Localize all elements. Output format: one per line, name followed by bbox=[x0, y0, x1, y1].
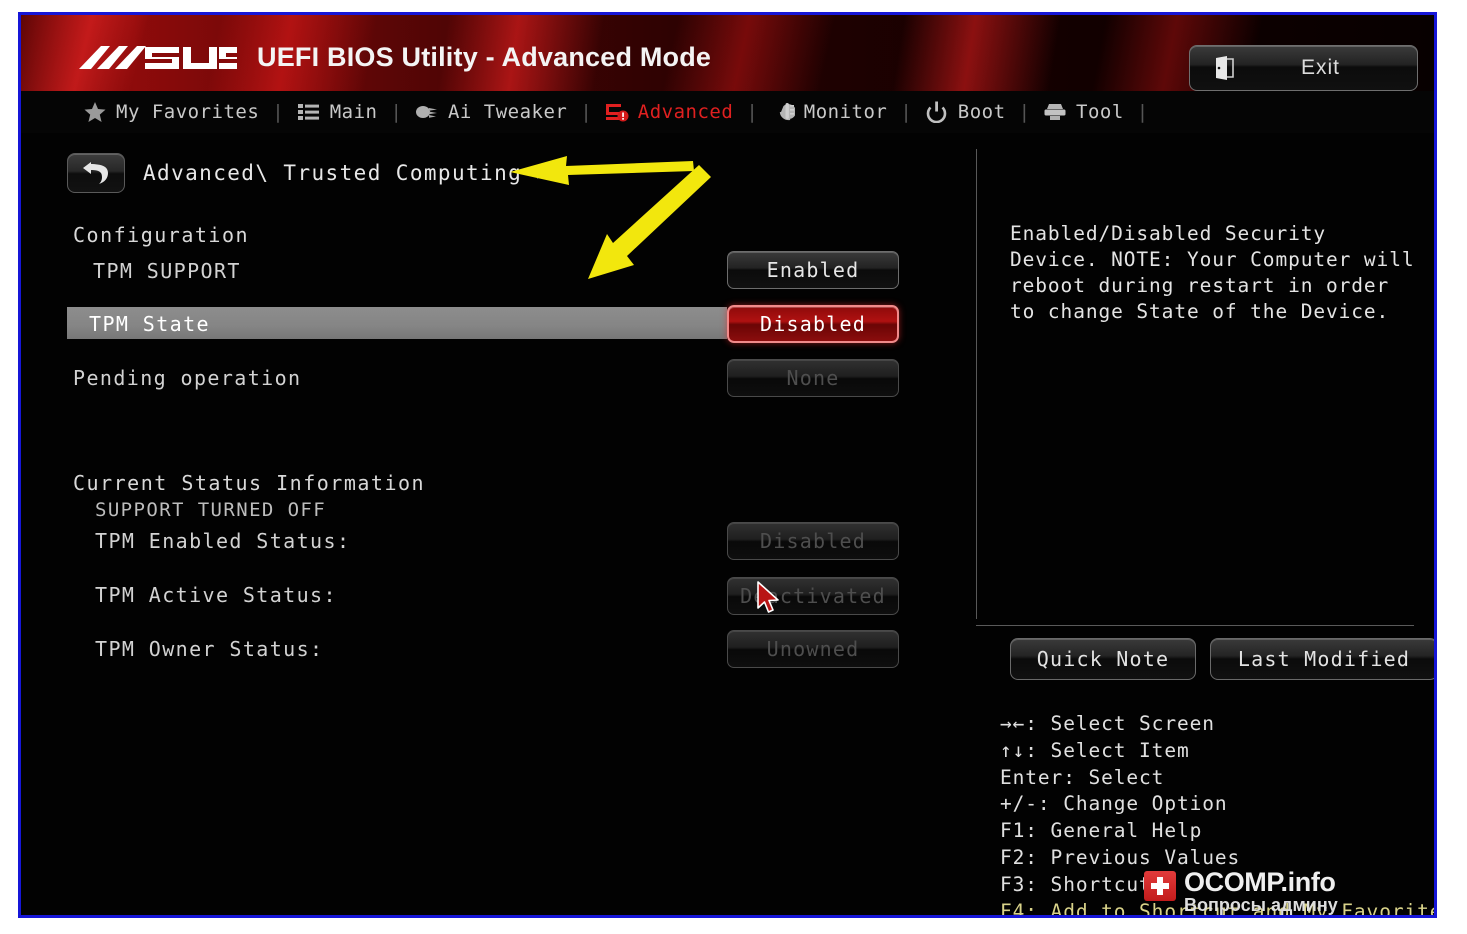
exit-button[interactable]: Exit bbox=[1189, 45, 1418, 91]
shortcut-select-screen: →←: Select Screen bbox=[1000, 712, 1215, 735]
value-button-tpm-state[interactable]: Disabled bbox=[727, 305, 899, 343]
status-value-tpm-active: Deactivated bbox=[727, 577, 899, 615]
nav-separator: | bbox=[272, 101, 284, 123]
configuration-heading: Configuration bbox=[73, 223, 250, 247]
nav-separator: | bbox=[390, 101, 402, 123]
screenshot-root: UEFI BIOS Utility - Advanced Mode Exit M… bbox=[0, 0, 1467, 934]
tab-advanced[interactable]: Advanced bbox=[605, 91, 734, 133]
setting-label-tpm-state: TPM State bbox=[89, 312, 210, 336]
nav-separator: | bbox=[900, 101, 912, 123]
tab-label: Advanced bbox=[637, 101, 734, 123]
last-modified-button[interactable]: Last Modified bbox=[1210, 638, 1434, 680]
settings-pane: Configuration TPM SUPPORT Enabled TPM St… bbox=[21, 211, 951, 911]
nav-separator: | bbox=[1018, 101, 1031, 123]
star-icon bbox=[83, 101, 107, 123]
shortcut-change-option: +/-: Change Option bbox=[1000, 792, 1228, 816]
tab-boot[interactable]: Boot bbox=[925, 91, 1006, 133]
exit-button-label: Exit bbox=[1300, 56, 1340, 79]
tab-my-favorites[interactable]: My Favorites bbox=[83, 91, 259, 133]
exit-door-icon bbox=[1214, 56, 1234, 80]
status-value-tpm-enabled: Disabled bbox=[727, 522, 899, 560]
tab-label: Boot bbox=[957, 101, 1006, 123]
tab-label: Main bbox=[329, 101, 378, 123]
selected-row-tpm-state[interactable]: TPM State bbox=[67, 307, 727, 339]
tab-monitor[interactable]: Monitor bbox=[771, 91, 888, 133]
watermark-subtitle: Вопросы админу bbox=[1184, 895, 1338, 915]
first-aid-kit-icon bbox=[1144, 871, 1176, 901]
tab-label: Ai Tweaker bbox=[447, 101, 568, 123]
help-pane: Enabled/Disabled Security Device. NOTE: … bbox=[952, 133, 1434, 915]
vertical-divider bbox=[976, 149, 977, 619]
shortcut-enter-select: Enter: Select bbox=[1000, 765, 1165, 789]
advanced-icon bbox=[605, 101, 629, 123]
bios-screen: UEFI BIOS Utility - Advanced Mode Exit M… bbox=[21, 15, 1434, 915]
help-description: Enabled/Disabled Security Device. NOTE: … bbox=[1010, 222, 1415, 323]
main-nav-bar: My Favorites | Main | Ai Tweaker | Advan… bbox=[21, 91, 1434, 133]
nav-separator: | bbox=[746, 101, 758, 123]
horizontal-divider bbox=[976, 625, 1414, 626]
setting-label-pending-operation: Pending operation bbox=[73, 366, 302, 390]
asus-logo-icon bbox=[77, 43, 253, 73]
watermark-title: OCOMP.info bbox=[1184, 867, 1336, 897]
tweaker-icon bbox=[415, 101, 439, 123]
back-button[interactable] bbox=[67, 153, 125, 193]
power-icon bbox=[925, 101, 949, 124]
screenshot-blue-frame: UEFI BIOS Utility - Advanced Mode Exit M… bbox=[18, 12, 1437, 918]
value-button-pending-operation: None bbox=[727, 359, 899, 397]
tab-label: My Favorites bbox=[116, 101, 260, 123]
status-value-tpm-owner: Unowned bbox=[727, 630, 899, 668]
tool-icon bbox=[1043, 101, 1067, 123]
list-icon bbox=[297, 101, 321, 123]
breadcrumb[interactable]: Advanced\ Trusted Computing > bbox=[143, 161, 550, 185]
shortcut-select-item: ↑↓: Select Item bbox=[1000, 738, 1190, 762]
status-note: SUPPORT TURNED OFF bbox=[95, 499, 327, 521]
setting-label-tpm-support: TPM SUPPORT bbox=[93, 259, 241, 283]
thermometer-icon bbox=[771, 101, 796, 123]
mouse-cursor bbox=[757, 581, 783, 617]
shortcut-general-help: F1: General Help bbox=[1000, 819, 1203, 843]
nav-separator: | bbox=[1136, 101, 1149, 123]
status-label-tpm-active: TPM Active Status: bbox=[95, 583, 337, 607]
title-bar: UEFI BIOS Utility - Advanced Mode Exit bbox=[21, 15, 1434, 92]
tab-ai-tweaker[interactable]: Ai Tweaker bbox=[415, 91, 567, 133]
nav-separator: | bbox=[580, 101, 592, 123]
quick-note-button[interactable]: Quick Note bbox=[1010, 638, 1196, 680]
status-label-tpm-owner: TPM Owner Status: bbox=[95, 637, 324, 661]
status-label-tpm-enabled: TPM Enabled Status: bbox=[95, 529, 351, 553]
value-button-tpm-support[interactable]: Enabled bbox=[727, 251, 899, 289]
tab-label: Monitor bbox=[803, 101, 888, 123]
tab-label: Tool bbox=[1076, 101, 1124, 123]
tab-main[interactable]: Main bbox=[297, 91, 378, 133]
status-heading: Current Status Information bbox=[73, 471, 426, 495]
tab-tool[interactable]: Tool bbox=[1043, 91, 1124, 133]
page-title: UEFI BIOS Utility - Advanced Mode bbox=[257, 42, 712, 72]
watermark: OCOMP.info Вопросы админу bbox=[1126, 863, 1426, 915]
